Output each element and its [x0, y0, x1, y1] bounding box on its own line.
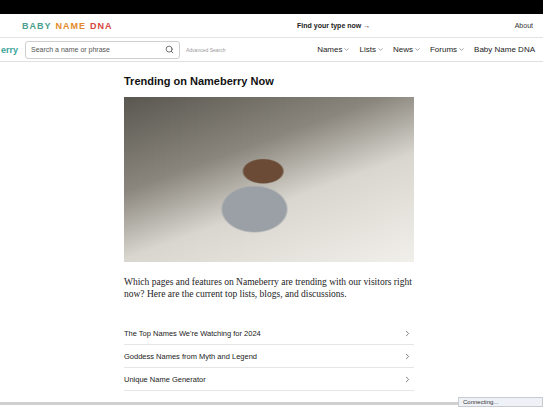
chevron-down-icon [377, 46, 384, 53]
page-title: Trending on Nameberry Now [124, 74, 414, 88]
baby-name-dna-logo[interactable]: BABY NAMEDNA [22, 21, 113, 31]
nav-item[interactable]: Baby Name DNA [474, 45, 535, 54]
chevron-right-icon [403, 352, 412, 361]
nav-item[interactable]: News [393, 45, 421, 54]
trending-link[interactable]: Unique Name Generator [124, 368, 414, 391]
trending-content: Trending on Nameberry Now Which pages and… [124, 62, 414, 391]
search-icon[interactable] [165, 45, 174, 54]
baby-photo [124, 97, 414, 262]
logo-word: NAME [56, 21, 87, 31]
advanced-search-link[interactable]: Advanced Search [186, 47, 225, 53]
nameberry-logo[interactable]: erry [0, 45, 23, 55]
browser-top-strip [0, 0, 543, 14]
trending-link[interactable]: Goddess Names from Myth and Legend [124, 345, 414, 368]
intro-text: Which pages and features on Nameberry ar… [124, 276, 414, 300]
chevron-right-icon [403, 329, 412, 338]
search-field[interactable]: Search a name or phrase [25, 41, 180, 59]
logo-word: BABY [22, 21, 52, 31]
about-link[interactable]: About [515, 22, 533, 29]
logo-word: DNA [90, 21, 113, 31]
nav-item[interactable]: Lists [359, 45, 383, 54]
chevron-down-icon [458, 46, 465, 53]
chevron-down-icon [343, 46, 350, 53]
find-type-link[interactable]: Find your type now → [113, 22, 515, 29]
search-placeholder: Search a name or phrase [31, 46, 165, 53]
nav-bar: erry Search a name or phrase Advanced Sear… [0, 38, 543, 62]
status-bar: Connecting... [458, 397, 543, 407]
trending-link[interactable]: The Top Names We're Watching for 2024 [124, 322, 414, 345]
trending-list: The Top Names We're Watching for 2024God… [124, 322, 414, 391]
chevron-right-icon [403, 375, 412, 384]
nav-items: Names Lists News Forums Baby Name DNA [317, 45, 543, 54]
nav-item[interactable]: Names [317, 45, 350, 54]
promo-bar: BABY NAMEDNAFind your type now →About [0, 14, 543, 38]
nav-item[interactable]: Forums [430, 45, 465, 54]
chevron-down-icon [414, 46, 421, 53]
